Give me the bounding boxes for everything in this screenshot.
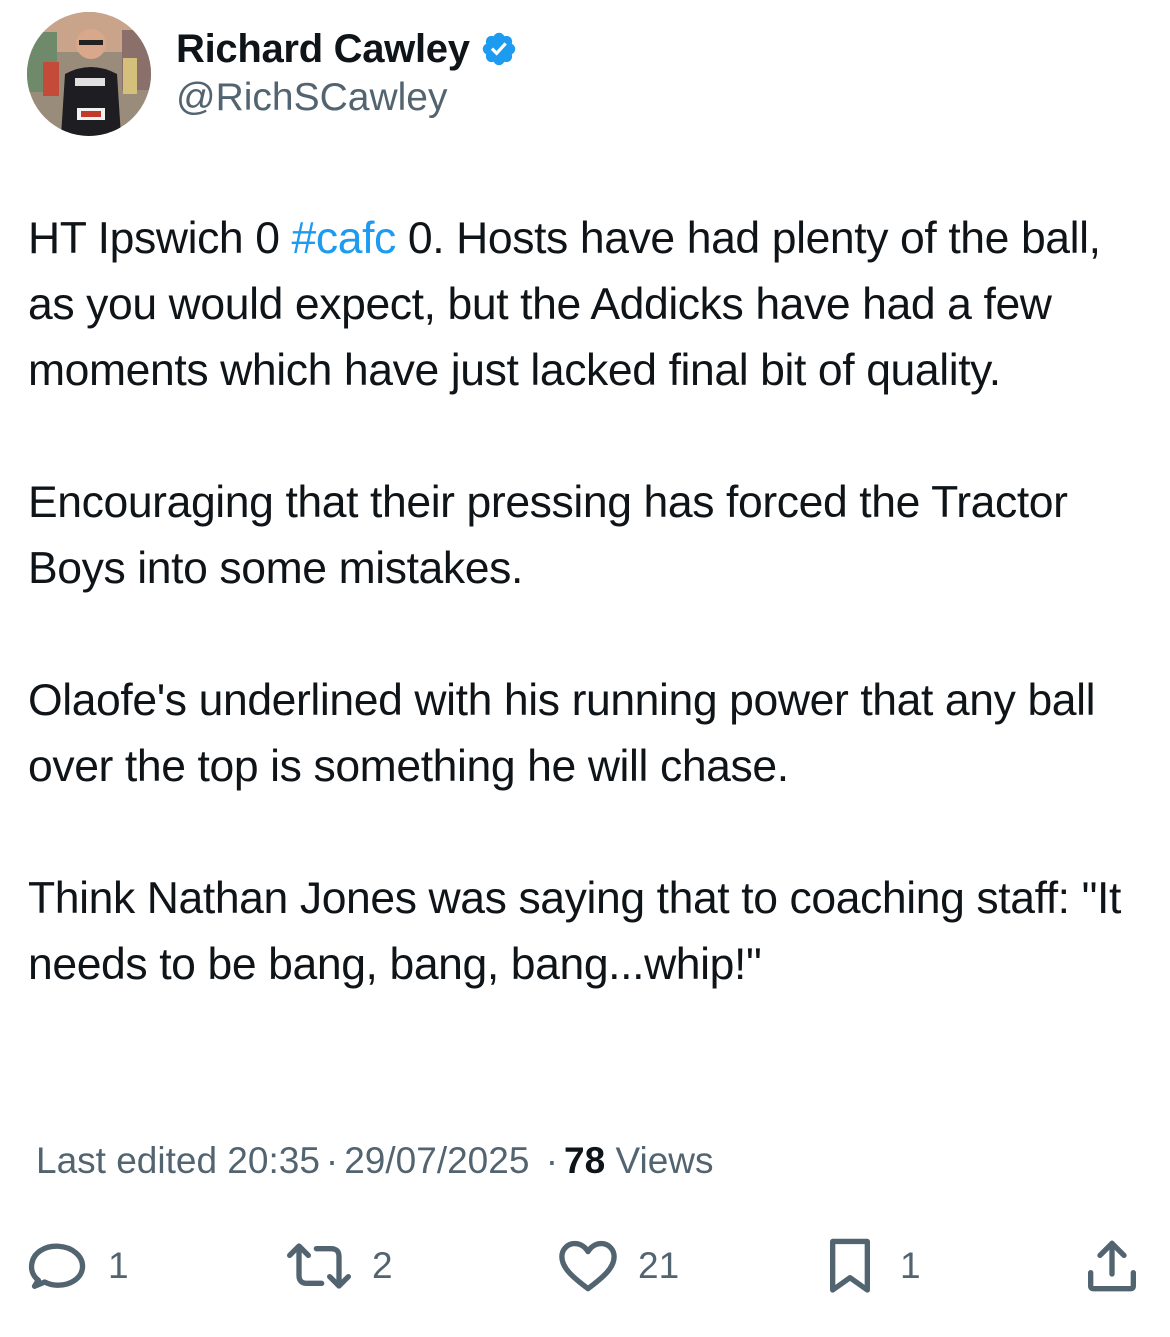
heart-icon (556, 1234, 620, 1298)
retweet-count: 2 (372, 1245, 393, 1286)
tweet-paragraph-4: Think Nathan Jones was saying that to co… (28, 874, 1121, 989)
like-button[interactable]: 21 (556, 1228, 679, 1304)
reply-button[interactable]: 1 (26, 1228, 129, 1304)
bookmark-icon (818, 1234, 882, 1298)
share-icon (1080, 1234, 1144, 1298)
tweet-meta: Last edited 20:35 · 29/07/2025 · 78 Views (36, 1140, 714, 1182)
tweet-text-segment: HT Ipswich 0 (28, 214, 292, 263)
verified-badge-icon (480, 30, 518, 68)
tweet-paragraph-1: HT Ipswich 0 #cafc 0. Hosts have had ple… (28, 206, 1148, 404)
meta-separator: · (545, 1140, 559, 1181)
views-count: 78 (564, 1140, 606, 1181)
hashtag-link[interactable]: #cafc (292, 214, 397, 263)
profile-photo-icon (27, 12, 151, 136)
author-names: Richard Cawley @RichSCawley (176, 26, 518, 120)
meta-separator: · (325, 1140, 339, 1181)
author-display-name[interactable]: Richard Cawley (176, 27, 470, 72)
reply-icon (26, 1234, 90, 1298)
tweet-paragraph-2: Encouraging that their pressing has forc… (28, 478, 1068, 593)
avatar[interactable] (27, 12, 151, 136)
bookmark-count: 1 (900, 1245, 921, 1286)
share-button[interactable] (1080, 1228, 1144, 1304)
edited-timestamp[interactable]: Last edited 20:35 (36, 1140, 320, 1181)
tweet-paragraph-3: Olaofe's underlined with his running pow… (28, 676, 1096, 791)
name-row: Richard Cawley (176, 26, 518, 72)
tweet-header: Richard Cawley @RichSCawley (27, 12, 518, 136)
post-date[interactable]: 29/07/2025 (344, 1140, 529, 1181)
author-handle[interactable]: @RichSCawley (176, 76, 518, 120)
like-count: 21 (638, 1245, 680, 1286)
action-bar: 1 2 21 1 (0, 1228, 1170, 1308)
bookmark-button[interactable]: 1 (818, 1228, 921, 1304)
retweet-icon (284, 1234, 354, 1298)
views-label: Views (615, 1140, 714, 1181)
retweet-button[interactable]: 2 (284, 1228, 393, 1304)
reply-count: 1 (108, 1245, 129, 1286)
tweet-text: HT Ipswich 0 #cafc 0. Hosts have had ple… (28, 206, 1148, 998)
